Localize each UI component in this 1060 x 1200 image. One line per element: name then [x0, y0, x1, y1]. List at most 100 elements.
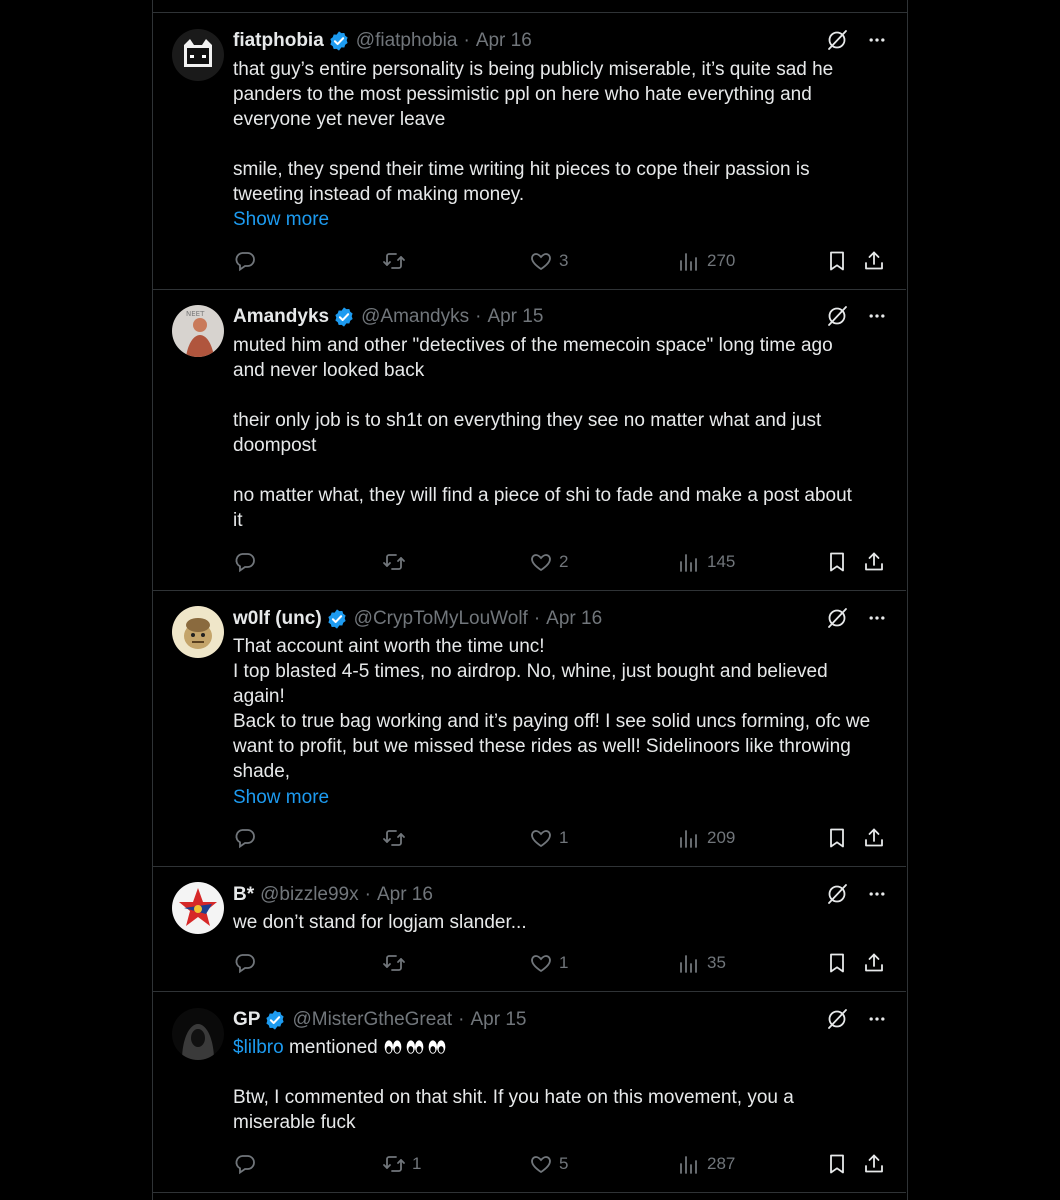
views-button[interactable]: 270 — [677, 249, 735, 273]
like-button[interactable]: 5 — [529, 1152, 568, 1176]
like-count: 2 — [559, 552, 569, 571]
like-count: 1 — [559, 828, 569, 847]
reply-button[interactable] — [233, 1152, 263, 1176]
separator-dot: · — [364, 884, 371, 905]
retweet-button[interactable] — [382, 951, 412, 975]
bookmark-button[interactable] — [825, 826, 849, 855]
separator-dot: · — [458, 1009, 465, 1030]
bookmark-icon — [825, 826, 849, 855]
more-icon[interactable] — [867, 884, 887, 910]
retweet-count: 1 — [412, 1154, 422, 1173]
reply-button[interactable] — [233, 951, 263, 975]
retweet-icon — [383, 554, 405, 570]
tweet-date[interactable]: Apr 15 — [487, 306, 543, 328]
tweet-text: we don’t stand for logjam slander... — [233, 912, 527, 933]
tweet-date[interactable]: Apr 15 — [471, 1009, 527, 1031]
share-button[interactable] — [862, 249, 886, 278]
like-button[interactable]: 3 — [529, 249, 568, 273]
show-more-link[interactable]: Show more — [233, 207, 433, 232]
bookmark-icon — [825, 1152, 849, 1181]
retweet-button[interactable] — [382, 249, 412, 273]
retweet-button[interactable] — [382, 550, 412, 574]
header-actions — [825, 28, 887, 58]
grok-icon[interactable] — [825, 28, 849, 58]
view-count: 35 — [707, 953, 726, 972]
retweet-icon — [383, 1156, 405, 1172]
verified-badge-icon — [326, 608, 348, 630]
like-button[interactable]: 2 — [529, 550, 568, 574]
more-icon[interactable] — [867, 30, 887, 56]
avatar[interactable] — [172, 29, 224, 81]
separator-dot: · — [475, 306, 482, 327]
bookmark-icon — [825, 550, 849, 579]
bookmark-button[interactable] — [825, 1152, 849, 1181]
display-name[interactable]: Amandyks — [233, 306, 329, 328]
username-handle[interactable]: @MisterGtheGreat — [292, 1009, 452, 1031]
reply-button[interactable] — [233, 826, 263, 850]
grok-icon[interactable] — [825, 1007, 849, 1037]
reply-icon — [235, 1155, 255, 1175]
show-more-link[interactable]: Show more — [233, 785, 433, 810]
bookmark-button[interactable] — [825, 951, 849, 980]
heart-icon — [531, 1156, 551, 1174]
cashtag-link[interactable]: $lilbro — [233, 1037, 284, 1058]
views-button[interactable]: 35 — [677, 951, 726, 975]
view-count: 209 — [707, 828, 736, 847]
separator-dot: · — [463, 30, 470, 51]
bookmark-icon — [825, 249, 849, 278]
more-icon[interactable] — [867, 608, 887, 634]
views-button[interactable]: 145 — [677, 550, 735, 574]
header-actions — [825, 882, 887, 912]
username-handle[interactable]: @Amandyks — [361, 306, 469, 328]
avatar[interactable] — [172, 1008, 224, 1060]
tweet-date[interactable]: Apr 16 — [546, 608, 602, 630]
bookmark-button[interactable] — [825, 249, 849, 278]
tweet-header: B* @bizzle99x · Apr 16 — [233, 882, 887, 908]
verified-badge-icon — [333, 306, 355, 328]
share-button[interactable] — [862, 550, 886, 579]
view-count: 270 — [707, 251, 736, 270]
views-icon — [680, 955, 697, 973]
bookmark-button[interactable] — [825, 550, 849, 579]
username-handle[interactable]: @CrypToMyLouWolf — [354, 608, 528, 630]
share-button[interactable] — [862, 1152, 886, 1181]
display-name[interactable]: B* — [233, 884, 254, 906]
tweet-text: muted him and other "detectives of the m… — [233, 335, 852, 531]
share-icon — [862, 550, 886, 579]
verified-badge-icon — [264, 1009, 286, 1031]
retweet-button[interactable]: 1 — [382, 1152, 421, 1176]
share-icon — [862, 951, 886, 980]
avatar[interactable] — [172, 882, 224, 934]
display-name[interactable]: GP — [233, 1009, 260, 1031]
like-count: 3 — [559, 251, 569, 270]
username-handle[interactable]: @bizzle99x — [260, 884, 359, 906]
reply-button[interactable] — [233, 249, 263, 273]
display-name[interactable]: w0lf (unc) — [233, 608, 322, 630]
grok-icon[interactable] — [825, 882, 849, 912]
views-icon — [680, 253, 697, 271]
tweet-mention-line: $lilbro mentioned — [233, 1035, 887, 1060]
like-button[interactable]: 1 — [529, 826, 568, 850]
avatar[interactable]: NEET — [172, 305, 224, 357]
share-button[interactable] — [862, 951, 886, 980]
display-name[interactable]: fiatphobia — [233, 30, 324, 52]
share-button[interactable] — [862, 826, 886, 855]
tweet-date[interactable]: Apr 16 — [476, 30, 532, 52]
verified-badge-icon — [328, 30, 350, 52]
views-button[interactable]: 209 — [677, 826, 735, 850]
grok-icon[interactable] — [825, 606, 849, 636]
views-button[interactable]: 287 — [677, 1152, 735, 1176]
tweet-date[interactable]: Apr 16 — [377, 884, 433, 906]
heart-icon — [531, 830, 551, 848]
grok-icon[interactable] — [825, 304, 849, 334]
username-handle[interactable]: @fiatphobia — [356, 30, 458, 52]
reply-button[interactable] — [233, 550, 263, 574]
avatar[interactable] — [172, 606, 224, 658]
retweet-button[interactable] — [382, 826, 412, 850]
share-icon — [862, 249, 886, 278]
views-icon — [680, 554, 697, 572]
like-button[interactable]: 1 — [529, 951, 568, 975]
more-icon[interactable] — [867, 306, 887, 332]
header-actions — [825, 304, 887, 334]
more-icon[interactable] — [867, 1009, 887, 1035]
